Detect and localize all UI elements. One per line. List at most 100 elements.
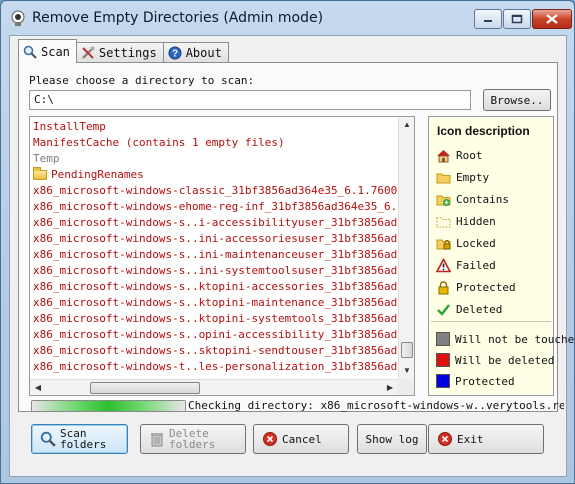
list-item[interactable]: x86_microsoft-windows-s..ini-maintenance… bbox=[33, 247, 399, 263]
folder-icon bbox=[436, 173, 451, 183]
list-item-text: x86_microsoft-windows-s..ini-maintenance… bbox=[33, 248, 399, 261]
scrollbar-corner bbox=[398, 379, 414, 395]
horizontal-scrollbar[interactable]: ◀ ▶ bbox=[30, 379, 398, 395]
red-swatch bbox=[436, 353, 450, 367]
tab-scan[interactable]: Scan bbox=[18, 39, 77, 63]
legend-color-protected: Protected bbox=[436, 373, 515, 389]
hidden-folder-icon bbox=[436, 217, 451, 227]
maximize-button[interactable] bbox=[503, 9, 531, 29]
horizontal-scroll-thumb[interactable] bbox=[90, 382, 200, 394]
tab-label: About bbox=[185, 46, 222, 60]
tools-icon bbox=[82, 46, 95, 59]
scroll-down-icon[interactable]: ▼ bbox=[399, 363, 414, 379]
gray-swatch bbox=[436, 332, 450, 346]
folder-icon bbox=[33, 167, 47, 180]
legend-item-failed: Failed bbox=[436, 257, 496, 273]
legend-divider bbox=[431, 321, 551, 322]
minimize-button[interactable] bbox=[474, 9, 502, 29]
tab-strip: Scan Settings ? About bbox=[18, 39, 229, 63]
results-list[interactable]: InstallTemp ManifestCache (contains 1 emp… bbox=[29, 116, 415, 396]
list-item-text: x86_microsoft-windows-s..ktopini-systemt… bbox=[33, 312, 399, 325]
delete-folders-label: Delete folders bbox=[169, 427, 216, 451]
client-area: Scan Settings ? About Please choose a di… bbox=[9, 35, 575, 477]
cancel-button[interactable]: Cancel bbox=[253, 424, 349, 454]
legend-item-locked: Locked bbox=[436, 235, 496, 251]
legend-item-root: Root bbox=[436, 147, 483, 163]
legend-item-empty: Empty bbox=[436, 169, 489, 185]
list-item-text: x86_microsoft-windows-s..sktopini-sendto… bbox=[33, 344, 399, 357]
list-item-text: x86_microsoft-windows-ehome-reg-inf_31bf… bbox=[33, 200, 399, 213]
scroll-right-icon[interactable]: ▶ bbox=[382, 380, 398, 395]
browse-button[interactable]: Browse.. bbox=[483, 89, 551, 111]
list-item-text: x86_microsoft-windows-s..i-accessibility… bbox=[33, 216, 399, 229]
list-item[interactable]: x86_microsoft-windows-s..ini-accessories… bbox=[33, 231, 399, 247]
status-text: Checking directory: x86_microsoft-window… bbox=[188, 399, 564, 412]
list-item[interactable]: PendingRenames bbox=[33, 167, 399, 183]
progress-fill bbox=[32, 401, 185, 411]
list-item-text: Temp bbox=[33, 152, 60, 165]
tab-label: Settings bbox=[98, 46, 157, 60]
legend-item-protected: Protected bbox=[436, 279, 516, 295]
list-item[interactable]: x86_microsoft-windows-t..les-personaliza… bbox=[33, 359, 399, 375]
list-item[interactable]: x86_microsoft-windows-classic_31bf3856ad… bbox=[33, 183, 399, 199]
tab-settings[interactable]: Settings bbox=[75, 42, 164, 63]
directory-input[interactable]: C:\ bbox=[29, 90, 471, 110]
list-item-text: x86_microsoft-windows-s..ini-accessories… bbox=[33, 232, 399, 245]
list-item[interactable]: x86_microsoft-windows-s..ktopini-systemt… bbox=[33, 311, 399, 327]
icon-legend: Icon description Root Empty Contains Hid… bbox=[428, 116, 575, 396]
list-item[interactable]: x86_microsoft-windows-s..ini-systemtools… bbox=[33, 263, 399, 279]
vertical-scroll-thumb[interactable] bbox=[401, 342, 413, 358]
warning-icon bbox=[436, 257, 451, 272]
app-window: Remove Empty Directories (Admin mode) Sc… bbox=[0, 0, 575, 484]
list-item-text: x86_microsoft-windows-s..ktopini-mainten… bbox=[33, 296, 399, 309]
window-title: Remove Empty Directories (Admin mode) bbox=[32, 10, 324, 26]
app-icon bbox=[11, 10, 25, 26]
tab-about[interactable]: ? About bbox=[162, 42, 229, 63]
scroll-up-icon[interactable]: ▲ bbox=[399, 117, 414, 133]
legend-color-untouched: Will not be touched bbox=[436, 331, 575, 347]
scroll-left-icon[interactable]: ◀ bbox=[30, 380, 46, 395]
list-item-text: x86_microsoft-windows-s..ini-systemtools… bbox=[33, 264, 399, 277]
minimize-icon bbox=[484, 20, 492, 22]
magnifier-icon bbox=[40, 431, 56, 447]
scan-progress-bar bbox=[31, 400, 186, 412]
list-item[interactable]: x86_microsoft-windows-s..ktopini-accesso… bbox=[33, 279, 399, 295]
close-button[interactable] bbox=[532, 9, 572, 29]
list-item-text: ManifestCache (contains 1 empty files) bbox=[33, 136, 285, 149]
list-item-text: PendingRenames bbox=[51, 168, 144, 181]
list-item[interactable]: Temp bbox=[33, 151, 399, 167]
lock-icon bbox=[438, 280, 449, 294]
checkmark-icon bbox=[437, 303, 450, 316]
title-bar[interactable]: Remove Empty Directories (Admin mode) bbox=[1, 1, 574, 35]
legend-item-contains: Contains bbox=[436, 191, 509, 207]
delete-folders-button[interactable]: Delete folders bbox=[140, 424, 246, 454]
list-item[interactable]: InstallTemp bbox=[33, 119, 399, 135]
show-log-button[interactable]: Show log bbox=[357, 424, 427, 454]
list-item[interactable]: x86_microsoft-windows-s..ktopini-mainten… bbox=[33, 295, 399, 311]
legend-title: Icon description bbox=[437, 124, 530, 138]
home-icon bbox=[437, 149, 450, 162]
scan-folders-label: Scan folders bbox=[60, 427, 107, 451]
list-item[interactable]: ManifestCache (contains 1 empty files) bbox=[33, 135, 399, 151]
exit-icon bbox=[438, 432, 452, 446]
trash-icon bbox=[151, 433, 163, 447]
results-list-content: InstallTemp ManifestCache (contains 1 emp… bbox=[33, 119, 399, 375]
list-item[interactable]: x86_microsoft-windows-s..i-accessibility… bbox=[33, 215, 399, 231]
magnifier-icon bbox=[23, 45, 37, 59]
tab-label: Scan bbox=[41, 44, 70, 59]
cancel-icon bbox=[263, 432, 277, 446]
svg-text:?: ? bbox=[172, 49, 178, 60]
vertical-scrollbar[interactable]: ▲ ▼ bbox=[398, 117, 414, 379]
list-item[interactable]: x86_microsoft-windows-s..sktopini-sendto… bbox=[33, 343, 399, 359]
maximize-icon bbox=[511, 14, 523, 24]
list-item-text: x86_microsoft-windows-s..ktopini-accesso… bbox=[33, 280, 399, 293]
scan-panel: Please choose a directory to scan: C:\ B… bbox=[18, 62, 575, 412]
exit-button[interactable]: Exit bbox=[428, 424, 544, 454]
list-item[interactable]: x86_microsoft-windows-ehome-reg-inf_31bf… bbox=[33, 199, 399, 215]
list-item[interactable]: x86_microsoft-windows-s..opini-accessibi… bbox=[33, 327, 399, 343]
list-item-text: x86_microsoft-windows-t..les-personaliza… bbox=[33, 360, 399, 373]
scan-folders-button[interactable]: Scan folders bbox=[31, 424, 128, 454]
locked-folder-icon bbox=[436, 239, 451, 249]
list-item-text: x86_microsoft-windows-s..opini-accessibi… bbox=[33, 328, 399, 341]
question-icon: ? bbox=[168, 46, 182, 60]
